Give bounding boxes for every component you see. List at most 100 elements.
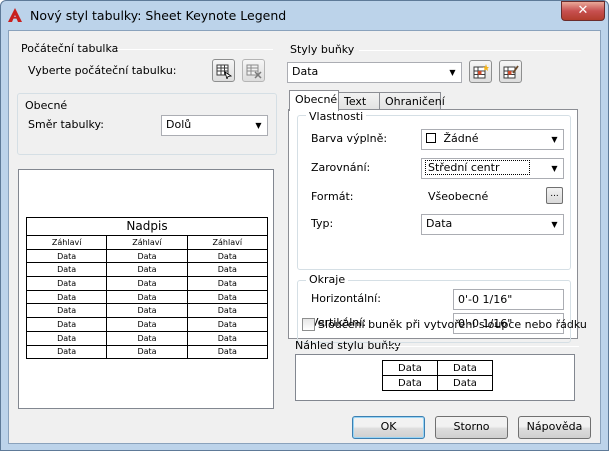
format-label: Formát:	[311, 190, 354, 203]
select-starting-table-label: Vyberte počáteční tabulku:	[28, 64, 177, 77]
cell-style-preview-table: Data Data Data Data	[382, 360, 493, 391]
tab-general[interactable]: Obecné	[289, 90, 339, 111]
manage-cell-styles-icon	[503, 65, 519, 79]
fill-color-value: Žádné	[443, 132, 479, 145]
chevron-down-icon: ▼	[551, 135, 558, 144]
preview-data-cell: Data	[186, 317, 269, 332]
table-direction-combo[interactable]: Dolů ▼	[161, 115, 268, 136]
group-divider	[117, 49, 273, 50]
preview-data-cell: Data	[106, 303, 188, 319]
preview-data-cell: Data	[25, 248, 108, 264]
preview-data-cell: Data	[186, 262, 269, 278]
chevron-down-icon: ▼	[551, 164, 558, 173]
preview-data-cell: Data	[186, 330, 269, 346]
preview-cell: Data	[437, 360, 493, 376]
cell-style-preview-title: Náhled stylu buňky	[295, 339, 401, 352]
format-value: Všeobecné	[428, 190, 489, 203]
preview-data-cell: Data	[25, 344, 108, 360]
preview-data-cell: Data	[25, 330, 108, 346]
create-cell-style-button[interactable]	[469, 60, 492, 83]
general-tab-panel: Vlastnosti Barva výplně: Žádné ▼ Zarovná…	[288, 109, 578, 343]
table-preview: Nadpis Záhlaví Záhlaví Záhlaví Data Data D…	[18, 169, 274, 409]
margins-group-title: Okraje	[306, 273, 349, 286]
chevron-down-icon: ▼	[551, 220, 558, 229]
preview-table-row: Data Data Data	[25, 289, 269, 305]
preview-table-row: Data Data Data	[25, 303, 269, 319]
preview-table: Nadpis Záhlaví Záhlaví Záhlaví Data Data D…	[25, 217, 269, 360]
table-direction-value: Dolů	[166, 118, 192, 131]
preview-data-cell: Data	[106, 276, 188, 291]
chevron-down-icon: ▼	[255, 121, 262, 130]
preview-header-cell: Záhlaví	[25, 235, 108, 250]
preview-data-cell: Data	[186, 289, 269, 305]
preview-cell: Data	[382, 375, 438, 391]
preview-data-cell: Data	[106, 289, 188, 305]
fill-color-label: Barva výplně:	[311, 132, 388, 145]
properties-group-title: Vlastnosti	[306, 110, 367, 123]
format-browse-button[interactable]: ...	[546, 187, 563, 204]
preview-data-cell: Data	[25, 289, 108, 305]
preview-table-title: Nadpis	[26, 217, 268, 236]
type-label: Typ:	[311, 217, 334, 230]
help-button[interactable]: Nápověda	[518, 416, 591, 439]
preview-table-row: Data Data Data	[25, 330, 269, 346]
table-direction-label: Směr tabulky:	[28, 118, 104, 131]
title-bar[interactable]: Nový styl tabulky: Sheet Keynote Legend …	[1, 1, 608, 31]
alignment-label: Zarovnání:	[311, 161, 371, 174]
manage-cell-styles-button[interactable]	[499, 60, 522, 83]
horizontal-margin-label: Horizontální:	[311, 292, 381, 305]
tab-borders[interactable]: Ohraničení	[379, 92, 445, 110]
preview-data-cell: Data	[25, 262, 108, 278]
preview-data-cell: Data	[106, 344, 188, 360]
table-select-icon	[216, 64, 232, 79]
alignment-combo[interactable]: Střední centr ▼	[421, 158, 564, 179]
starting-table-group-title: Počáteční tabulka	[21, 42, 119, 55]
cell-style-combo[interactable]: Data ▼	[287, 62, 462, 83]
select-table-button[interactable]	[212, 59, 235, 82]
cancel-button[interactable]: Storno	[435, 416, 508, 439]
preview-header-cell: Záhlaví	[186, 235, 269, 250]
preview-table-row: Data Data Data	[25, 317, 269, 332]
preview-data-cell: Data	[186, 276, 269, 291]
preview-table-row: Data Data Data	[25, 344, 269, 360]
preview-data-cell: Data	[106, 317, 188, 332]
alignment-value: Střední centr	[424, 160, 531, 175]
preview-table-row: Data Data Data	[25, 276, 269, 291]
tab-text[interactable]: Text	[338, 92, 380, 110]
preview-cell: Data	[382, 360, 438, 376]
preview-data-cell: Data	[106, 262, 188, 278]
preview-data-cell: Data	[186, 248, 269, 264]
cell-style-preview: Data Data Data Data	[295, 354, 575, 401]
chevron-down-icon: ▼	[449, 68, 456, 77]
preview-data-cell: Data	[25, 303, 108, 319]
fill-color-combo[interactable]: Žádné ▼	[421, 129, 564, 150]
group-divider	[387, 346, 579, 347]
horizontal-margin-input[interactable]: 0'-0 1/16"	[453, 289, 564, 310]
type-combo[interactable]: Data ▼	[421, 214, 564, 235]
preview-data-cell: Data	[186, 344, 269, 360]
remove-table-button[interactable]	[242, 59, 265, 82]
general-group-title: Obecné	[23, 99, 70, 112]
preview-table-row: Data Data Data	[25, 248, 269, 264]
color-swatch-icon	[426, 133, 436, 143]
preview-header-cell: Záhlaví	[106, 235, 188, 250]
preview-data-cell: Data	[25, 317, 108, 332]
preview-data-cell: Data	[25, 276, 108, 291]
cell-style-value: Data	[292, 65, 319, 78]
preview-cell: Data	[437, 375, 493, 391]
cell-styles-group-title: Styly buňky	[290, 43, 355, 56]
preview-data-cell: Data	[106, 248, 188, 264]
new-cell-style-icon	[473, 64, 489, 79]
window-title: Nový styl tabulky: Sheet Keynote Legend	[30, 8, 287, 23]
ok-button[interactable]: OK	[352, 416, 425, 439]
preview-data-cell: Data	[106, 330, 188, 346]
close-button[interactable]: ✕	[561, 1, 605, 21]
type-value: Data	[426, 217, 453, 230]
group-divider	[359, 50, 581, 51]
merge-cells-label[interactable]: Sloučení buněk při vytvoření sloupce neb…	[318, 318, 587, 331]
dialog-window: Nový styl tabulky: Sheet Keynote Legend …	[0, 0, 609, 451]
merge-cells-checkbox[interactable]	[302, 318, 315, 331]
preview-table-row: Data Data Data	[25, 262, 269, 278]
dialog-client-area: Počáteční tabulka Vyberte počáteční tabu…	[8, 30, 601, 444]
autocad-app-icon	[8, 8, 22, 22]
